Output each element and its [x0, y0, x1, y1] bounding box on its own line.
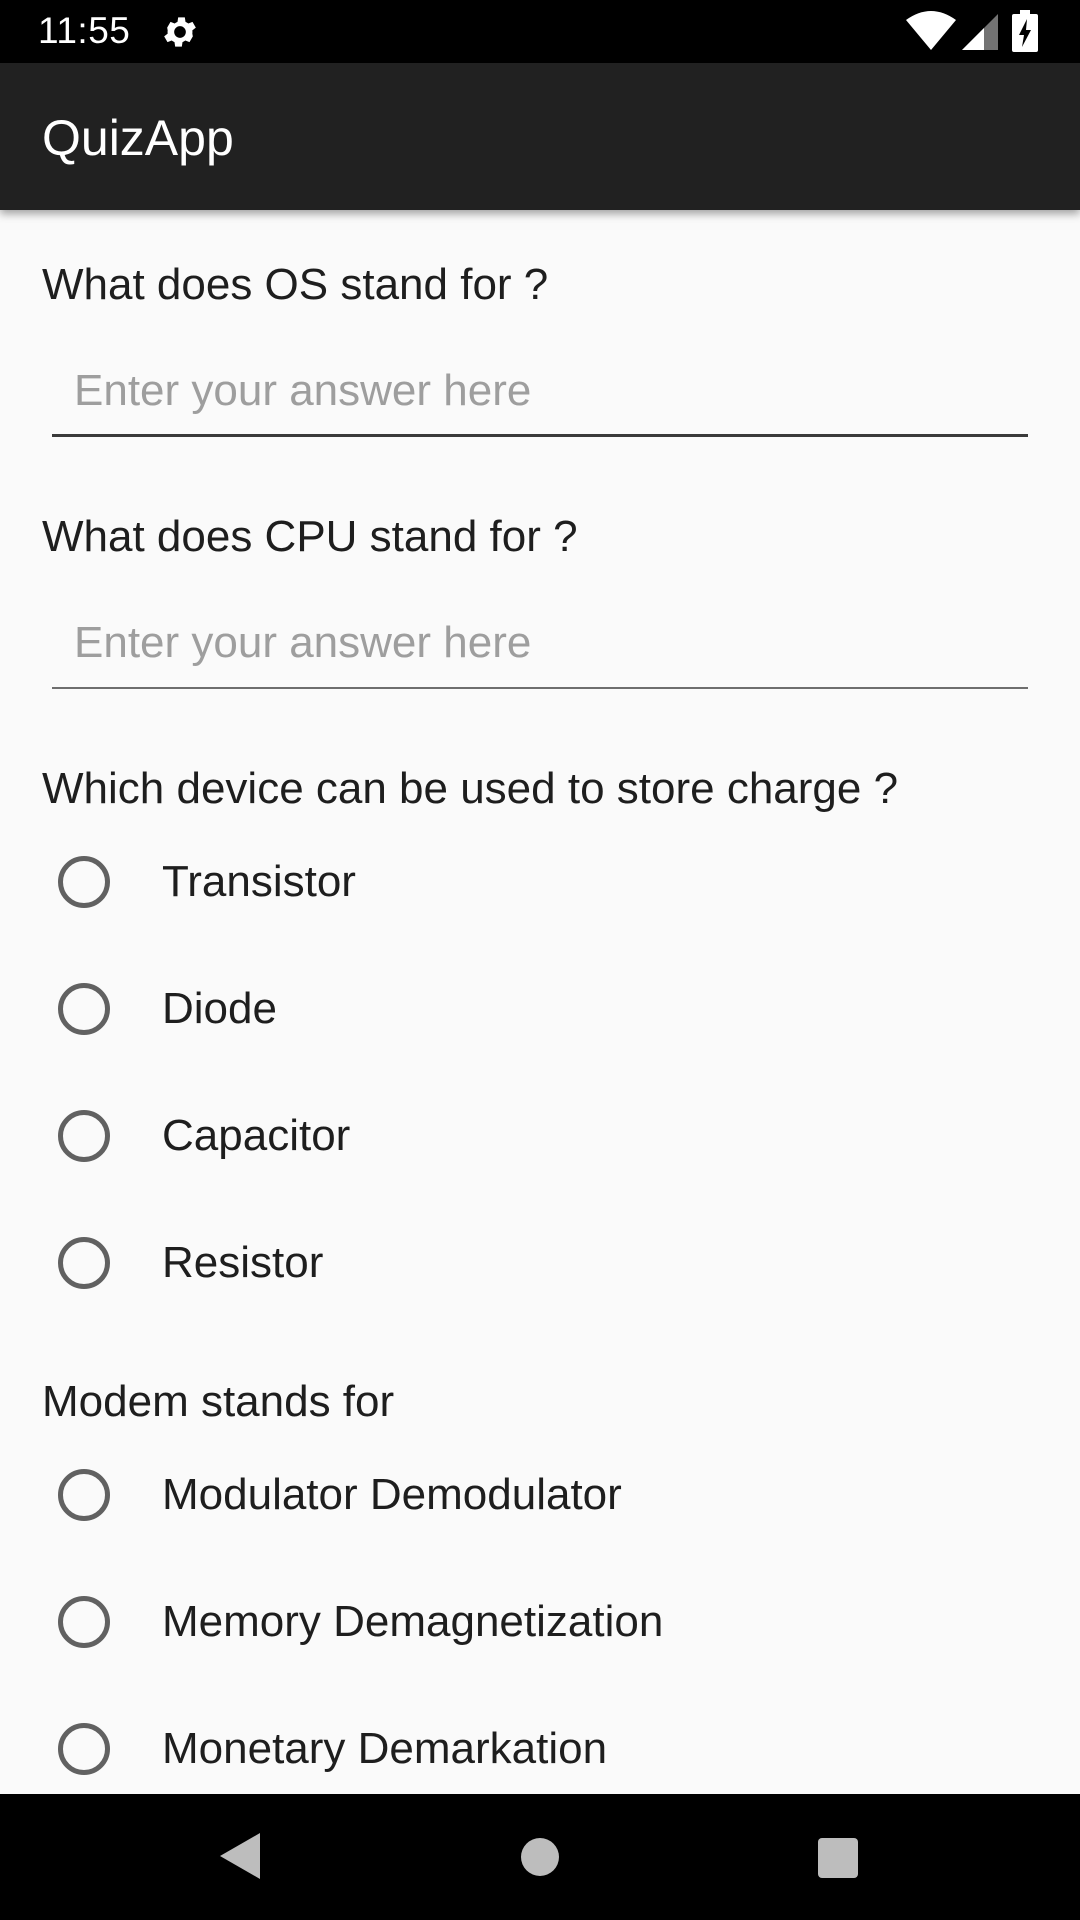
signal-icon: [962, 14, 998, 50]
radio-button[interactable]: [58, 1596, 110, 1648]
radio-option-memory-demagnetization[interactable]: Memory Demagnetization: [52, 1572, 1028, 1672]
radio-label: Monetary Demarkation: [162, 1724, 608, 1773]
radio-option-transistor[interactable]: Transistor: [52, 832, 1028, 932]
wifi-icon: [906, 11, 956, 50]
answer-input-os[interactable]: [52, 347, 1028, 437]
app-bar: QuizApp: [0, 63, 1080, 210]
recents-icon[interactable]: [818, 1838, 858, 1878]
radio-button[interactable]: [58, 1237, 110, 1289]
radio-label: Modulator Demodulator: [162, 1470, 622, 1519]
battery-charging-icon: [1012, 10, 1038, 52]
radio-label: Resistor: [162, 1238, 324, 1287]
radio-option-modulator-demodulator[interactable]: Modulator Demodulator: [52, 1445, 1028, 1545]
radio-label: Diode: [162, 984, 277, 1033]
back-icon[interactable]: [218, 1831, 262, 1881]
home-icon[interactable]: [521, 1838, 559, 1876]
radio-button[interactable]: [58, 983, 110, 1035]
status-bar: 11:55: [0, 0, 1080, 63]
radio-option-capacitor[interactable]: Capacitor: [52, 1086, 1028, 1186]
answer-input-cpu[interactable]: [52, 599, 1028, 689]
radio-button[interactable]: [58, 1469, 110, 1521]
gear-icon: [164, 17, 196, 47]
radio-button[interactable]: [58, 1723, 110, 1775]
question-charge: Which device can be used to store charge…: [42, 764, 899, 813]
app-title: QuizApp: [42, 110, 234, 166]
radio-option-resistor[interactable]: Resistor: [52, 1213, 1028, 1313]
radio-label: Capacitor: [162, 1111, 351, 1160]
question-modem: Modem stands for: [42, 1377, 395, 1426]
radio-option-diode[interactable]: Diode: [52, 959, 1028, 1059]
radio-label: Transistor: [162, 857, 356, 906]
answer-field-os[interactable]: [52, 347, 1028, 437]
radio-button[interactable]: [58, 856, 110, 908]
radio-label: Memory Demagnetization: [162, 1597, 664, 1646]
question-os: What does OS stand for ?: [42, 260, 549, 309]
answer-field-cpu[interactable]: [52, 599, 1028, 689]
radio-button[interactable]: [58, 1110, 110, 1162]
status-time: 11:55: [38, 10, 131, 51]
quiz-content[interactable]: What does OS stand for ? What does CPU s…: [0, 210, 1080, 1794]
radio-option-monetary-demarkation[interactable]: Monetary Demarkation: [52, 1699, 1028, 1794]
question-cpu: What does CPU stand for ?: [42, 512, 578, 561]
navigation-bar: [0, 1794, 1080, 1920]
